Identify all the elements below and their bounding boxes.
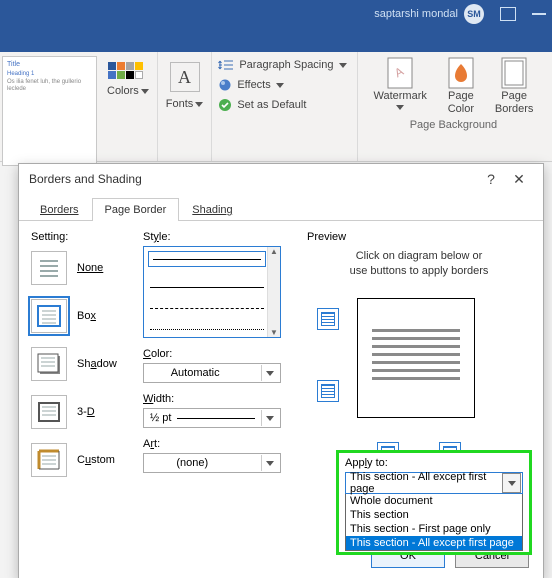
setting-shadow-icon: [31, 347, 67, 381]
effects-icon: [218, 78, 232, 92]
setting-shadow[interactable]: Shadow: [31, 347, 129, 381]
chevron-down-icon: [195, 102, 203, 107]
preview-hint: Click on diagram below oruse buttons to …: [307, 249, 531, 280]
fonts-icon: A: [170, 62, 200, 92]
thumb-title: Title: [7, 61, 92, 69]
navigation-thumbnail[interactable]: Title Heading 1 Os ilia fenet luh, the g…: [2, 56, 97, 166]
setting-box-icon: [31, 299, 67, 333]
setting-3d[interactable]: 3-D: [31, 395, 129, 429]
setting-custom-icon: [31, 443, 67, 477]
setting-none[interactable]: None: [31, 251, 129, 285]
page-background-group-caption: Page Background: [410, 119, 497, 131]
watermark-icon: A: [384, 56, 416, 90]
apply-option[interactable]: This section - First page only: [346, 522, 522, 536]
effects-button[interactable]: Effects: [218, 78, 283, 92]
preview-area: [307, 290, 531, 430]
setting-3d-label: 3-D: [77, 406, 95, 418]
window-minimize-icon[interactable]: [532, 13, 546, 15]
dialog-tabs: Borders Page Border Shading: [19, 194, 543, 221]
width-label: Width:: [143, 393, 293, 405]
check-icon: [218, 98, 232, 112]
ribbon-display-options-icon[interactable]: [500, 7, 516, 21]
chevron-down-icon: [261, 365, 278, 381]
ribbon: Title Heading 1 Os ilia fenet luh, the g…: [0, 28, 552, 162]
user-avatar: SM: [464, 4, 484, 24]
setting-custom[interactable]: Custom: [31, 443, 129, 477]
dialog-title: Borders and Shading: [29, 172, 142, 186]
paragraph-spacing-button[interactable]: Paragraph Spacing: [218, 58, 346, 72]
art-dropdown[interactable]: (none): [143, 453, 281, 473]
apply-option-selected[interactable]: This section - All except first page: [346, 536, 522, 550]
art-label: Art:: [143, 438, 293, 450]
page-color-button[interactable]: Page Color: [445, 56, 477, 115]
apply-to-options-list: Whole document This section This section…: [345, 494, 523, 551]
watermark-label: Watermark: [374, 90, 427, 103]
color-value: Automatic: [171, 367, 220, 379]
page-color-label: Page Color: [448, 90, 474, 115]
fonts-button[interactable]: A Fonts: [158, 52, 213, 161]
width-dropdown[interactable]: ½ pt: [143, 408, 281, 428]
effects-label: Effects: [237, 79, 270, 91]
page-borders-label: Page Borders: [495, 90, 534, 115]
setting-shadow-label: Shadow: [77, 358, 117, 370]
style-scrollbar[interactable]: ▲▼: [267, 247, 280, 337]
setting-label: Setting:: [31, 231, 129, 243]
username: saptarshi mondal: [374, 8, 458, 20]
chevron-down-icon: [276, 83, 284, 88]
color-dropdown[interactable]: Automatic: [143, 363, 281, 383]
app-titlebar: saptarshi mondal SM: [0, 0, 552, 28]
apply-to-section: Apply to: This section - All except firs…: [336, 450, 532, 555]
dialog-close-icon[interactable]: ✕: [505, 165, 533, 193]
tab-page-border[interactable]: Page Border: [92, 198, 180, 221]
setting-none-label: None: [77, 262, 103, 274]
chevron-down-icon: [339, 63, 347, 68]
apply-to-label: Apply to:: [345, 457, 388, 469]
chevron-down-icon: [502, 473, 521, 493]
chevron-down-icon: [396, 105, 404, 110]
paragraph-spacing-label: Paragraph Spacing: [239, 59, 333, 71]
apply-to-value: This section - All except first page: [350, 471, 502, 495]
set-as-default-button[interactable]: Set as Default: [218, 98, 306, 112]
chevron-down-icon: [261, 410, 278, 426]
apply-option[interactable]: This section: [346, 508, 522, 522]
paragraph-spacing-icon: [218, 58, 234, 72]
preview-page[interactable]: [357, 298, 475, 418]
colors-label: Colors: [107, 85, 139, 97]
setting-box[interactable]: Box: [31, 299, 129, 333]
fonts-label: Fonts: [166, 98, 194, 110]
colors-button[interactable]: Colors: [99, 52, 158, 161]
setting-none-icon: [31, 251, 67, 285]
user-account[interactable]: saptarshi mondal SM: [374, 4, 484, 24]
page-color-icon: [445, 56, 477, 90]
dialog-help-icon[interactable]: ?: [477, 165, 505, 193]
tab-shading[interactable]: Shading: [179, 198, 245, 221]
color-swatch-icon: [108, 62, 148, 79]
apply-to-dropdown[interactable]: This section - All except first page: [345, 472, 523, 494]
width-value: ½ pt: [150, 412, 171, 424]
preview-top-border-button[interactable]: [317, 308, 339, 330]
thumb-heading: Heading 1: [7, 71, 92, 78]
style-list[interactable]: ▲▼: [143, 246, 281, 338]
style-label: Style:: [143, 231, 293, 243]
set-default-label: Set as Default: [237, 99, 306, 111]
apply-option[interactable]: Whole document: [346, 494, 522, 508]
art-value: (none): [176, 457, 208, 469]
setting-custom-label: Custom: [77, 454, 115, 466]
tab-borders[interactable]: Borders: [27, 198, 92, 221]
color-label: Color:: [143, 348, 293, 360]
page-borders-icon: [498, 56, 530, 90]
setting-3d-icon: [31, 395, 67, 429]
preview-label: Preview: [307, 231, 531, 243]
chevron-down-icon: [141, 89, 149, 94]
setting-box-label: Box: [77, 310, 96, 322]
chevron-down-icon: [261, 455, 278, 471]
watermark-button[interactable]: A Watermark: [374, 56, 427, 115]
preview-bottom-border-button[interactable]: [317, 380, 339, 402]
page-borders-button[interactable]: Page Borders: [495, 56, 534, 115]
